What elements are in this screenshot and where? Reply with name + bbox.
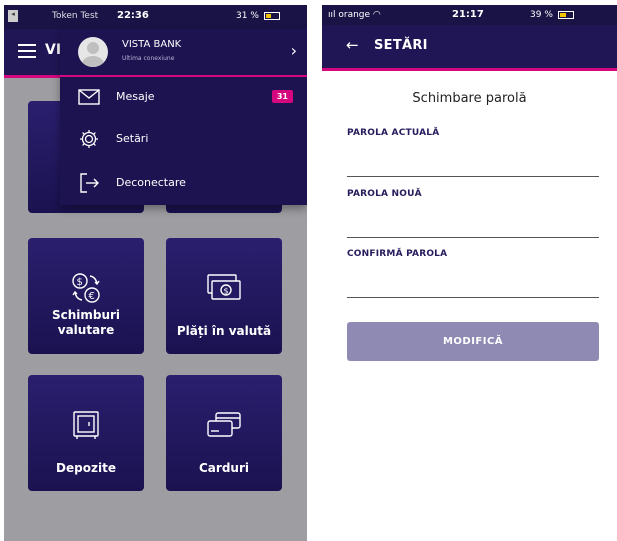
- tile-label: Schimburi valutare: [51, 308, 121, 337]
- logout-icon: [77, 171, 101, 195]
- status-time: 22:36: [117, 10, 149, 21]
- confirm-password-label: CONFIRMĂ PAROLA: [347, 249, 448, 259]
- menu-item-settings[interactable]: Setări: [60, 119, 307, 159]
- hamburger-menu-icon[interactable]: [18, 44, 36, 58]
- last-connection-text: Ultima conexiune: [122, 55, 175, 62]
- tile-label: Plăți în valută: [176, 324, 272, 338]
- unread-count-badge: 31: [271, 90, 293, 103]
- confirm-password-field[interactable]: [347, 276, 599, 298]
- app-switch-icon: ◂: [8, 10, 18, 22]
- chevron-right-icon[interactable]: ›: [291, 41, 297, 60]
- signal-icon: ııl: [328, 10, 339, 20]
- bank-name: VISTA BANK: [122, 39, 182, 50]
- cards-icon: [166, 405, 282, 445]
- svg-text:$: $: [77, 277, 83, 288]
- menu-item-logout[interactable]: Deconectare: [60, 163, 307, 203]
- battery-indicator: 39 %: [530, 10, 574, 20]
- app-bar: ← SETĂRI: [322, 25, 617, 68]
- safe-icon: [28, 405, 144, 445]
- menu-item-label: Setări: [116, 132, 149, 145]
- page-title: SETĂRI: [374, 38, 428, 53]
- status-bar: ııl orange ◠ 21:17 39 %: [322, 5, 617, 25]
- gear-icon: [77, 127, 101, 151]
- back-arrow-icon[interactable]: ←: [346, 36, 359, 54]
- battery-percent: 39 %: [530, 10, 553, 20]
- menu-item-messages[interactable]: Mesaje 31: [60, 77, 307, 117]
- new-password-label: PAROLA NOUĂ: [347, 189, 422, 199]
- battery-indicator: 31 %: [236, 11, 280, 21]
- new-password-field[interactable]: [347, 216, 599, 238]
- modify-button[interactable]: MODIFICĂ: [347, 322, 599, 361]
- user-menu: VISTA BANK Ultima conexiune › Mesaje 31: [60, 29, 307, 205]
- menu-account-header[interactable]: VISTA BANK Ultima conexiune ›: [60, 29, 307, 75]
- svg-text:$: $: [224, 287, 229, 296]
- left-phone-screen: ◂ Token Test 22:36 31 % VI $ € Schimburi…: [4, 5, 307, 541]
- app-bar-accent-line: [322, 68, 617, 71]
- carrier-name: Token Test: [52, 11, 99, 21]
- tile-cards[interactable]: Carduri: [166, 375, 282, 491]
- form-title: Schimbare parolă: [412, 91, 527, 106]
- carrier-name: ııl orange ◠: [328, 10, 381, 20]
- tile-foreign-payments[interactable]: $ Plăți în valută: [166, 238, 282, 354]
- battery-icon: [557, 10, 574, 19]
- svg-text:€: €: [89, 291, 95, 302]
- right-phone-screen: ııl orange ◠ 21:17 39 % ← SETĂRI Schimba…: [322, 5, 617, 541]
- avatar: [78, 37, 108, 67]
- tile-deposits[interactable]: Depozite: [28, 375, 144, 491]
- status-time: 21:17: [452, 9, 484, 20]
- battery-percent: 31 %: [236, 11, 259, 21]
- tile-label: Carduri: [199, 461, 249, 475]
- tile-label: Depozite: [56, 461, 116, 475]
- current-password-label: PAROLA ACTUALĂ: [347, 128, 440, 138]
- app-bar-title: VI: [45, 42, 62, 58]
- tile-currency-exchange[interactable]: $ € Schimburi valutare: [28, 238, 144, 354]
- battery-icon: [263, 11, 280, 20]
- status-bar: ◂ Token Test 22:36 31 %: [4, 5, 307, 29]
- envelope-icon: [77, 85, 101, 109]
- currency-exchange-icon: $ €: [28, 268, 144, 308]
- menu-item-label: Deconectare: [116, 176, 186, 189]
- wifi-icon: ◠: [370, 10, 381, 20]
- banknotes-icon: $: [166, 268, 282, 308]
- menu-item-label: Mesaje: [116, 90, 155, 103]
- current-password-field[interactable]: [347, 155, 599, 177]
